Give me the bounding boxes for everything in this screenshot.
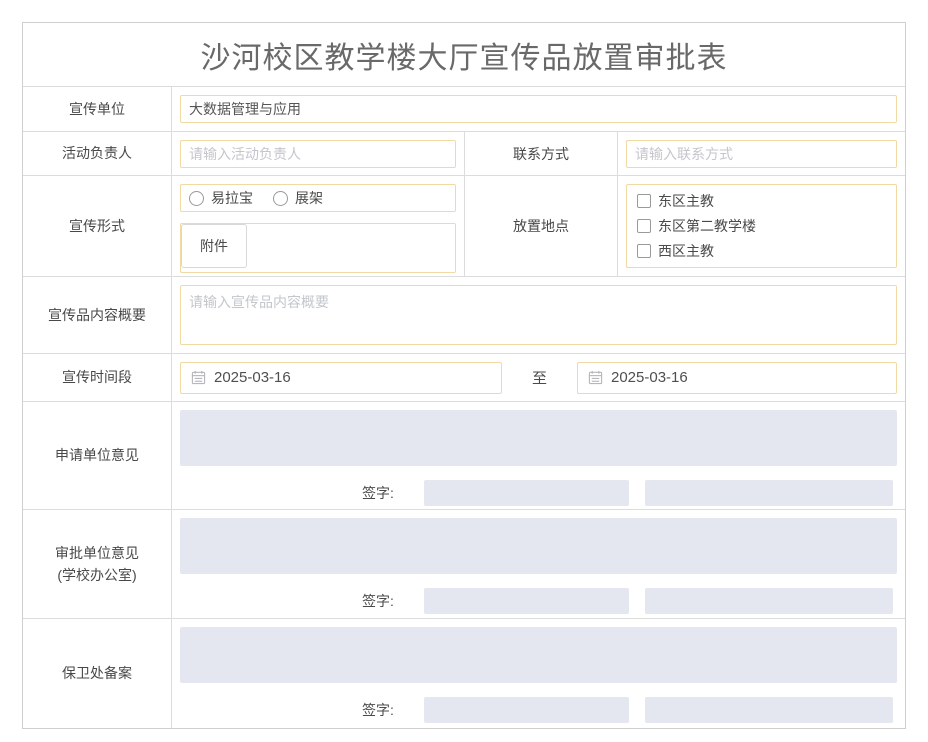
row-summary: 宣传品内容概要 xyxy=(23,276,905,353)
summary-label: 宣传品内容概要 xyxy=(23,277,171,353)
banner-radio-label: 易拉宝 xyxy=(211,188,253,208)
attachment-upload-area: 附件 xyxy=(180,223,456,273)
radio-option-banner[interactable]: 易拉宝 xyxy=(189,188,253,208)
security-sign-field-disabled xyxy=(424,697,629,723)
location-label: 放置地点 xyxy=(464,176,617,276)
row-period: 宣传时间段 2025-03-16 xyxy=(23,353,905,401)
period-to-label: 至 xyxy=(502,367,577,388)
calendar-icon xyxy=(191,370,206,385)
start-date-value: 2025-03-16 xyxy=(214,369,291,386)
west-main-label: 西区主教 xyxy=(658,241,714,261)
contact-label: 联系方式 xyxy=(464,132,617,175)
end-date-value: 2025-03-16 xyxy=(611,369,688,386)
checkbox-option-west-main[interactable]: 西区主教 xyxy=(637,241,886,261)
approval-opinion-label: 审批单位意见 (学校办公室) xyxy=(23,510,171,618)
row-promo-unit: 宣传单位 xyxy=(23,86,905,131)
period-label: 宣传时间段 xyxy=(23,354,171,401)
banner-radio[interactable] xyxy=(189,191,204,206)
applicant-opinion-area-disabled xyxy=(180,410,897,466)
security-record-label: 保卫处备案 xyxy=(23,619,171,728)
checkbox-option-east-second[interactable]: 东区第二教学楼 xyxy=(637,216,886,236)
east-main-label: 东区主教 xyxy=(658,191,714,211)
approval-form-table: 沙河校区教学楼大厅宣传品放置审批表 宣传单位 活动负责人 联系方式 宣传形式 易… xyxy=(22,22,906,729)
start-date-picker[interactable]: 2025-03-16 xyxy=(180,362,502,394)
east-second-label: 东区第二教学楼 xyxy=(658,216,756,236)
checkbox-option-east-main[interactable]: 东区主教 xyxy=(637,191,886,211)
location-checkbox-group: 东区主教 东区第二教学楼 西区主教 xyxy=(626,184,897,268)
promo-form-radio-group: 易拉宝 展架 xyxy=(180,184,456,212)
row-form-location: 宣传形式 易拉宝 展架 附件 放置地点 东区主教 xyxy=(23,175,905,276)
leader-input[interactable] xyxy=(180,140,456,168)
approval-sign-label: 签字: xyxy=(362,591,394,611)
row-applicant-opinion: 申请单位意见 签字: xyxy=(23,401,905,509)
leader-label: 活动负责人 xyxy=(23,132,171,175)
end-date-picker[interactable]: 2025-03-16 xyxy=(577,362,897,394)
calendar-icon xyxy=(588,370,603,385)
row-security-record: 保卫处备案 签字: xyxy=(23,618,905,728)
row-approval-opinion: 审批单位意见 (学校办公室) 签字: xyxy=(23,509,905,618)
applicant-opinion-label: 申请单位意见 xyxy=(23,402,171,509)
west-main-checkbox[interactable] xyxy=(637,244,651,258)
security-sign-label: 签字: xyxy=(362,700,394,720)
rack-radio-label: 展架 xyxy=(295,188,323,208)
approval-opinion-label-line2: (学校办公室) xyxy=(57,567,136,583)
security-record-area-disabled xyxy=(180,627,897,683)
promo-unit-input[interactable] xyxy=(180,95,897,123)
promo-form-label: 宣传形式 xyxy=(23,176,171,276)
applicant-sign-field-disabled xyxy=(424,480,629,506)
row-leader-contact: 活动负责人 联系方式 xyxy=(23,131,905,175)
promo-unit-label: 宣传单位 xyxy=(23,87,171,131)
attachment-button[interactable]: 附件 xyxy=(181,224,247,268)
security-sign-date-field-disabled xyxy=(645,697,893,723)
east-second-checkbox[interactable] xyxy=(637,219,651,233)
summary-textarea[interactable] xyxy=(180,285,897,345)
page-title: 沙河校区教学楼大厅宣传品放置审批表 xyxy=(201,33,728,77)
approval-opinion-area-disabled xyxy=(180,518,897,574)
approval-opinion-label-line1: 审批单位意见 xyxy=(55,545,139,561)
radio-option-rack[interactable]: 展架 xyxy=(273,188,323,208)
form-title-row: 沙河校区教学楼大厅宣传品放置审批表 xyxy=(23,23,905,86)
rack-radio[interactable] xyxy=(273,191,288,206)
applicant-sign-label: 签字: xyxy=(362,483,394,503)
contact-input[interactable] xyxy=(626,140,897,168)
east-main-checkbox[interactable] xyxy=(637,194,651,208)
applicant-sign-date-field-disabled xyxy=(645,480,893,506)
approval-sign-date-field-disabled xyxy=(645,588,893,614)
approval-sign-field-disabled xyxy=(424,588,629,614)
